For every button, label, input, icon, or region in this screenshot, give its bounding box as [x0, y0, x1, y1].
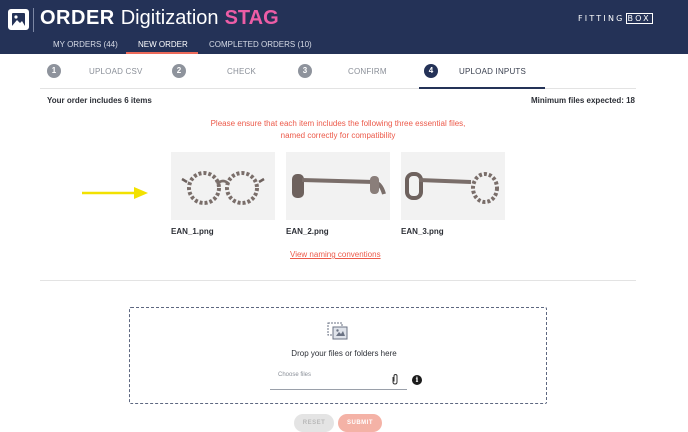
submit-button[interactable]: SUBMIT: [338, 414, 382, 432]
section-divider: [40, 280, 636, 281]
info-icon[interactable]: i: [412, 375, 422, 385]
step-2-label[interactable]: CHECK: [227, 67, 256, 76]
steps-divider: [40, 88, 636, 89]
active-step-indicator: [419, 87, 545, 89]
title-environment: STAG: [224, 7, 279, 29]
order-item-count: Your order includes 6 items: [47, 96, 152, 105]
app-header: ORDER Digitization STAG FITTING BOX MY ORDE…: [0, 0, 688, 54]
choose-files-placeholder: Choose files: [278, 372, 312, 378]
tab-my-orders[interactable]: MY ORDERS (44): [53, 40, 118, 54]
file-upload-icon: [327, 322, 348, 340]
paperclip-icon[interactable]: [391, 373, 399, 387]
dropzone-text: Drop your files or folders here: [291, 349, 397, 358]
step-3-label[interactable]: CONFIRM: [348, 67, 387, 76]
minimum-files-expected: Minimum files expected: 18: [530, 96, 635, 105]
file-preview-front: [171, 152, 275, 220]
brand-left: FITTING: [578, 14, 625, 23]
step-2-number: 2: [172, 64, 186, 78]
brand-box: BOX: [625, 13, 653, 24]
yellow-arrow-icon: [82, 187, 148, 199]
title-order: ORDER: [40, 7, 115, 29]
title-digitization: Digitization: [120, 7, 219, 29]
file-name-1: EAN_1.png: [171, 227, 214, 236]
view-naming-conventions-link[interactable]: View naming conventions: [290, 250, 381, 259]
step-4-number: 4: [424, 64, 438, 78]
step-4-label[interactable]: UPLOAD INPUTS: [459, 67, 526, 76]
glasses-front-image: [181, 171, 265, 205]
file-preview-three-quarter: [401, 152, 505, 220]
tab-completed-orders[interactable]: COMPLETED ORDERS (10): [209, 40, 312, 54]
file-name-2: EAN_2.png: [286, 227, 329, 236]
step-1-number: 1: [47, 64, 61, 78]
file-name-3: EAN_3.png: [401, 227, 444, 236]
step-1-label[interactable]: UPLOAD CSV: [89, 67, 143, 76]
file-preview-side: [286, 152, 390, 220]
glasses-side-image: [292, 174, 386, 198]
fittingbox-logo: FITTING BOX: [578, 13, 653, 24]
app-title: ORDER Digitization STAG: [40, 7, 279, 30]
file-requirements-warning: Please ensure that each item includes th…: [210, 119, 466, 140]
step-3-number: 3: [298, 64, 312, 78]
reset-button[interactable]: RESET: [294, 414, 334, 432]
active-tab-indicator: [126, 52, 198, 54]
glasses-three-quarter-image: [405, 172, 499, 204]
app-logo-icon: [8, 9, 29, 30]
title-divider: [33, 8, 34, 32]
